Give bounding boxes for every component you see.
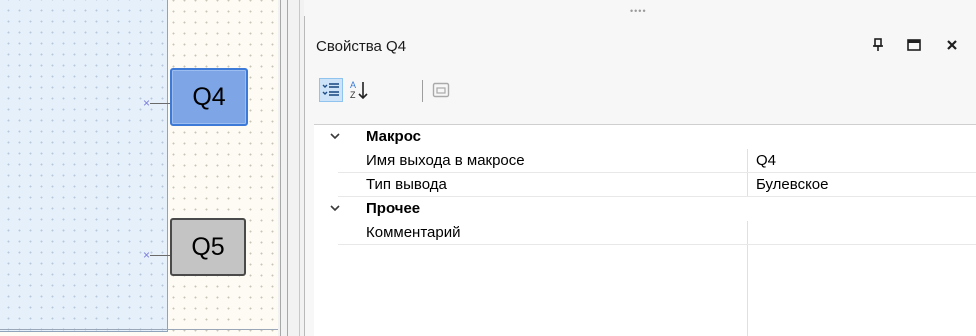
output-block-q5[interactable]: Q5 xyxy=(170,218,246,276)
category-row-macro[interactable]: Макрос xyxy=(314,125,976,149)
canvas-divider xyxy=(0,329,278,330)
property-row[interactable]: Тип вывода Булевское xyxy=(314,173,976,197)
category-row-other[interactable]: Прочее xyxy=(314,197,976,221)
block-label-q4: Q4 xyxy=(192,82,226,111)
property-value[interactable]: Булевское xyxy=(756,176,829,193)
chevron-down-icon[interactable] xyxy=(328,201,342,215)
macro-area[interactable] xyxy=(0,0,168,332)
property-row[interactable]: Комментарий xyxy=(314,221,976,245)
property-name: Комментарий xyxy=(366,224,461,241)
svg-text:Z: Z xyxy=(350,90,356,100)
categorized-icon[interactable] xyxy=(319,78,343,102)
toolbar-separator xyxy=(422,80,423,102)
diagram-canvas[interactable]: × Q4 × Q5 xyxy=(0,0,278,336)
pin-marker-q5[interactable]: × xyxy=(143,249,150,261)
pin-line-q4 xyxy=(150,103,170,104)
property-name: Тип вывода xyxy=(366,176,447,193)
property-grid: Макрос Имя выхода в макросе Q4 Тип вывод… xyxy=(314,124,976,336)
close-icon[interactable] xyxy=(943,36,961,54)
properties-panel: •••• Свойства Q4 A Z Макрос Имя выхода в… xyxy=(304,0,976,336)
drag-grip[interactable]: •••• xyxy=(630,6,647,16)
property-pages-icon[interactable] xyxy=(429,78,453,102)
maximize-icon[interactable] xyxy=(905,36,923,54)
panel-title: Свойства Q4 xyxy=(316,38,407,55)
property-name: Имя выхода в макросе xyxy=(366,152,525,169)
property-row[interactable]: Имя выхода в макросе Q4 xyxy=(314,149,976,173)
splitter-line xyxy=(287,0,288,336)
row-divider xyxy=(338,244,976,245)
category-label: Прочее xyxy=(366,200,421,217)
property-value[interactable]: Q4 xyxy=(756,152,776,169)
properties-titlebar[interactable]: Свойства Q4 xyxy=(305,30,976,62)
pin-icon[interactable] xyxy=(869,36,887,54)
sort-alphabetical-icon[interactable]: A Z xyxy=(347,78,371,102)
output-block-q4[interactable]: Q4 xyxy=(170,68,248,126)
splitter-line xyxy=(280,0,281,336)
category-label: Макрос xyxy=(366,128,421,145)
chevron-down-icon[interactable] xyxy=(328,129,342,143)
block-label-q5: Q5 xyxy=(191,232,225,261)
pin-marker-q4[interactable]: × xyxy=(143,97,150,109)
pin-line-q5 xyxy=(150,255,170,256)
svg-text:A: A xyxy=(350,80,356,90)
properties-toolbar: A Z xyxy=(305,72,976,120)
panel-splitter[interactable] xyxy=(278,0,304,336)
panel-border xyxy=(304,16,305,336)
splitter-line xyxy=(299,0,300,336)
